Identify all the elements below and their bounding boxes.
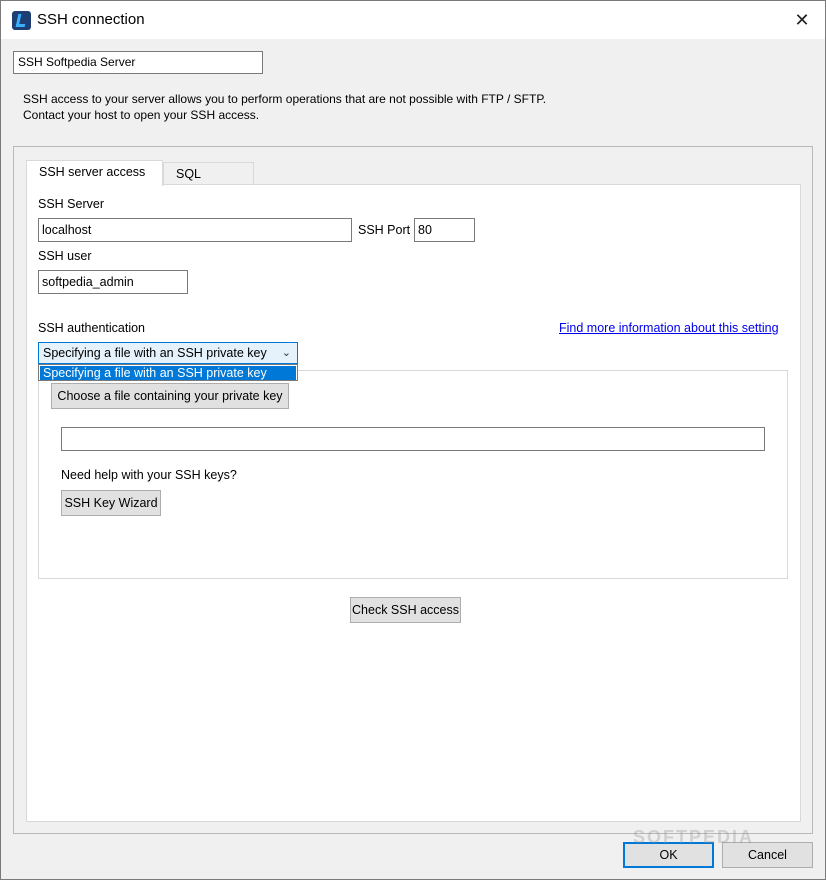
ssh-user-label: SSH user: [38, 249, 92, 263]
auth-option-private-key-file[interactable]: Specifying a file with an SSH private ke…: [40, 366, 296, 380]
ssh-authentication-select[interactable]: Specifying a file with an SSH private ke…: [38, 342, 298, 364]
ssh-connection-dialog: SSH connection ✕ SSH Softpedia Server SS…: [0, 0, 826, 880]
title-bar[interactable]: SSH connection ✕: [1, 1, 825, 39]
tab-sql-access[interactable]: SQL access: [163, 162, 254, 195]
description-text: SSH access to your server allows you to …: [23, 91, 546, 123]
description-line-1: SSH access to your server allows you to …: [23, 92, 547, 106]
softpedia-watermark: SOFTPEDIA: [633, 827, 755, 847]
ssh-authentication-label: SSH authentication: [38, 321, 146, 335]
selected-auth-method: Specifying a file with an SSH private ke…: [43, 346, 267, 360]
ssh-keys-help-text: Need help with your SSH keys?: [61, 468, 237, 482]
check-ssh-access-button[interactable]: Check SSH access: [350, 597, 461, 623]
ssh-user-input[interactable]: softpedia_admin: [38, 270, 188, 294]
auth-method-dropdown-list: Specifying a file with an SSH private ke…: [38, 364, 298, 381]
window-title: SSH connection: [37, 11, 145, 28]
private-key-path-input[interactable]: [61, 427, 765, 451]
more-info-link[interactable]: Find more information about this setting: [559, 321, 779, 335]
connection-name-input[interactable]: SSH Softpedia Server: [13, 51, 263, 74]
ssh-key-wizard-button[interactable]: SSH Key Wizard: [61, 490, 161, 516]
ssh-port-input[interactable]: 80: [414, 218, 475, 242]
ssh-server-label: SSH Server: [38, 197, 104, 211]
chevron-down-icon[interactable]: ⌄: [282, 346, 291, 359]
close-icon[interactable]: ✕: [779, 1, 825, 39]
app-logo-icon: [12, 11, 31, 30]
ssh-port-label: SSH Port: [358, 223, 411, 237]
description-line-2: Contact your host to open your SSH acces…: [23, 108, 260, 122]
ssh-server-input[interactable]: localhost: [38, 218, 352, 242]
choose-private-key-button[interactable]: Choose a file containing your private ke…: [51, 383, 289, 409]
tab-ssh-server-access[interactable]: SSH server access: [26, 160, 163, 186]
